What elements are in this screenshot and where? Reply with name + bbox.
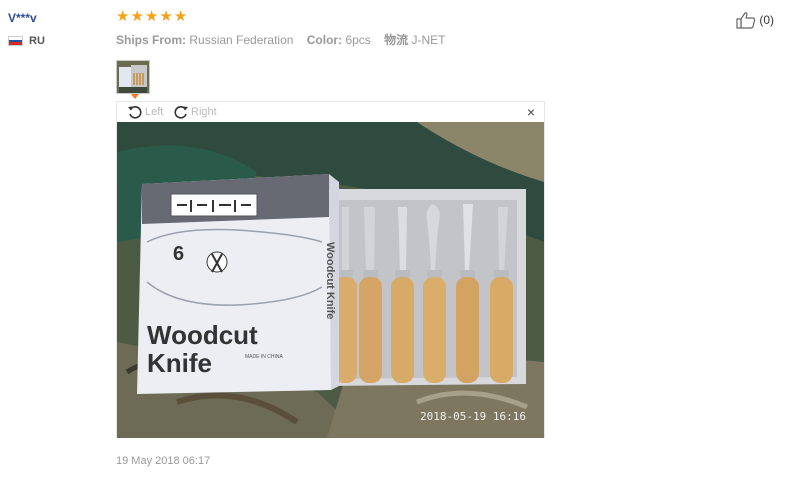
country-code: RU [29, 35, 45, 47]
helpful-button[interactable]: (0) [736, 11, 774, 29]
color-label: Color: [306, 33, 343, 47]
viewer-toolbar: Left Right × [117, 102, 544, 122]
close-icon[interactable]: × [527, 105, 535, 119]
star-rating: ★ ★ ★ ★ ★ [116, 9, 187, 25]
rotate-left-button[interactable]: Left [127, 104, 163, 120]
reviewer-name: V***v [8, 11, 37, 25]
logistics-label: 物流 [384, 33, 409, 47]
rotate-right-icon [174, 106, 188, 119]
box-side-text: Woodcut Knife [324, 242, 336, 319]
color-value: 6pcs [345, 33, 371, 47]
thumbnail-image [117, 61, 149, 93]
star-icon: ★ [144, 8, 159, 25]
star-icon: ★ [159, 8, 173, 25]
russia-flag-icon [8, 36, 23, 46]
box-title-2: Knife [147, 348, 212, 378]
box-number: 6 [173, 243, 184, 265]
review-photo-thumbnail[interactable] [116, 60, 150, 94]
rotate-left-icon [128, 106, 142, 119]
rotate-right-button[interactable]: Right [173, 104, 217, 120]
rotate-right-label: Right [191, 106, 217, 118]
rotate-left-label: Left [145, 106, 164, 118]
ships-from-label: Ships From: [116, 33, 187, 47]
review-photo: 6 Woodcut Knife MADE IN CHINA Woodcut Kn… [117, 122, 544, 438]
thumbs-up-icon [736, 12, 756, 29]
photo-timestamp: 2018-05-19 16:16 [420, 410, 526, 423]
photo-viewer: Left Right × 6 Woodcut Knife MADE IN CHI… [116, 101, 545, 438]
review-date: 19 May 2018 06:17 [116, 455, 211, 467]
box-title: Woodcut [147, 320, 258, 350]
box-made-in: MADE IN CHINA [245, 354, 283, 360]
reviewer-country: RU [8, 35, 45, 47]
logistics-value: J-NET [411, 33, 446, 47]
star-icon: ★ [130, 8, 144, 25]
star-icon: ★ [173, 8, 188, 25]
ships-from-value: Russian Federation [189, 33, 294, 47]
active-thumbnail-marker [131, 94, 139, 99]
star-icon: ★ [116, 8, 130, 25]
review-attributes: Ships From: Russian Federation Color: 6p… [116, 31, 456, 48]
helpful-count: (0) [759, 13, 774, 27]
